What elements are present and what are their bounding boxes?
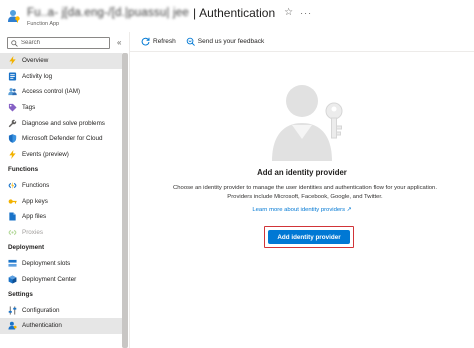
- empty-state-description: Choose an identity provider to manage th…: [173, 185, 437, 200]
- resource-type-subtitle: Function App: [27, 21, 60, 27]
- sidebar-item-label: Overview: [22, 57, 49, 65]
- tag-icon: [8, 103, 17, 112]
- sidebar-item-app-files[interactable]: App files: [0, 209, 122, 225]
- people-icon: [8, 87, 17, 96]
- proxy-icon: [8, 228, 17, 237]
- sidebar-item-deployment-center[interactable]: Deployment Center: [0, 271, 122, 287]
- sidebar-item-diagnose[interactable]: Diagnose and solve problems: [0, 115, 122, 131]
- sidebar-item-functions[interactable]: Functions: [0, 178, 122, 194]
- sidebar-nav: Overview Activity log Access control (IA…: [0, 53, 122, 334]
- refresh-button[interactable]: Refresh: [141, 37, 176, 46]
- main-content: Add an identity provider Choose an ident…: [130, 53, 474, 348]
- function-icon: [8, 181, 17, 190]
- learn-more-link[interactable]: Learn more about identity providers ↗: [130, 207, 474, 213]
- sidebar-item-events[interactable]: Events (preview): [0, 147, 122, 163]
- sidebar-item-label: Access control (IAM): [22, 88, 81, 96]
- star-icon[interactable]: ☆: [284, 8, 293, 18]
- ellipsis-icon[interactable]: ···: [300, 8, 312, 18]
- sidebar-item-authentication[interactable]: Authentication: [0, 318, 122, 334]
- feedback-label: Send us your feedback: [197, 38, 265, 45]
- sidebar-scrollbar[interactable]: [122, 53, 128, 348]
- page-header: Fu..a- j[da.eng-/[d.|puassu| jee | Authe…: [0, 0, 474, 32]
- sidebar-item-label: Microsoft Defender for Cloud: [22, 135, 103, 143]
- resource-name: Fu..a- j[da.eng-/[d.|puassu| jee: [27, 7, 189, 19]
- feedback-button[interactable]: Send us your feedback: [186, 37, 265, 46]
- sidebar-item-label: App keys: [22, 197, 48, 205]
- menu-search-input[interactable]: [21, 40, 101, 46]
- sidebar-item-label: App files: [22, 213, 47, 221]
- sidebar-item-app-keys[interactable]: App keys: [0, 193, 122, 209]
- sidebar-item-label: Functions: [22, 182, 50, 190]
- empty-state-heading: Add an identity provider: [257, 168, 347, 177]
- sidebar-item-label: Configuration: [22, 306, 60, 314]
- sidebar-item-label: Deployment Center: [22, 275, 77, 283]
- resource-menu-sidebar: « Overview Activity log Access control (…: [0, 32, 129, 348]
- activity-log-icon: [8, 72, 17, 81]
- sidebar-item-label: Authentication: [22, 322, 62, 330]
- refresh-label: Refresh: [153, 38, 176, 45]
- key-icon: [8, 197, 17, 206]
- sidebar-item-label: Activity log: [22, 72, 53, 80]
- function-app-person-icon: [8, 10, 20, 23]
- title-separator: |: [192, 6, 197, 20]
- identity-provider-illustration: [272, 85, 343, 161]
- bolt-icon: [8, 149, 17, 159]
- section-deployment: Deployment: [8, 244, 45, 252]
- slots-icon: [8, 259, 17, 268]
- sidebar-item-configuration[interactable]: Configuration: [0, 303, 122, 319]
- sidebar-item-label: Diagnose and solve problems: [22, 119, 105, 127]
- sidebar-item-tags[interactable]: Tags: [0, 100, 122, 116]
- collapse-menu-icon[interactable]: «: [117, 38, 121, 47]
- sidebar-item-access-control[interactable]: Access control (IAM): [0, 84, 122, 100]
- sidebar-item-label: Deployment slots: [22, 260, 71, 268]
- add-identity-provider-button[interactable]: Add identity provider: [268, 230, 350, 244]
- refresh-icon: [141, 37, 150, 46]
- section-settings: Settings: [8, 291, 33, 299]
- lightning-icon: [8, 56, 17, 66]
- shield-icon: [8, 134, 17, 143]
- sidebar-item-deployment-slots[interactable]: Deployment slots: [0, 256, 122, 272]
- sidebar-item-label: Proxies: [22, 228, 43, 236]
- feedback-icon: [186, 37, 195, 46]
- sidebar-item-label: Tags: [22, 104, 36, 112]
- sidebar-item-proxies[interactable]: Proxies: [0, 225, 122, 241]
- sidebar-item-defender[interactable]: Microsoft Defender for Cloud: [0, 131, 122, 147]
- person-icon: [8, 321, 17, 330]
- sidebar-item-overview[interactable]: Overview: [0, 53, 122, 69]
- section-functions: Functions: [8, 166, 39, 174]
- cube-icon: [8, 275, 17, 284]
- menu-search-box[interactable]: [7, 37, 110, 49]
- sidebar-item-label: Events (preview): [22, 150, 69, 158]
- sidebar-item-activity-log[interactable]: Activity log: [0, 69, 122, 85]
- command-bar: Refresh Send us your feedback: [130, 32, 474, 52]
- page-title: Authentication: [199, 6, 276, 20]
- wrench-icon: [8, 119, 17, 128]
- file-icon: [8, 212, 17, 221]
- sliders-icon: [8, 306, 17, 315]
- search-icon: [11, 39, 18, 47]
